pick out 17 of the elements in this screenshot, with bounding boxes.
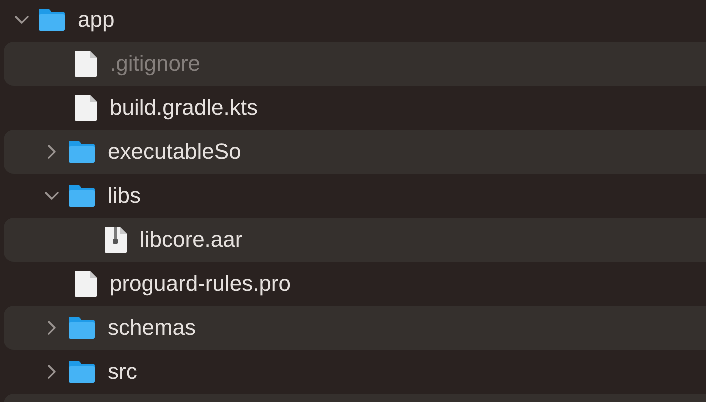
file-name[interactable]: src bbox=[108, 359, 138, 385]
file-name[interactable]: app bbox=[78, 7, 115, 33]
folder-icon bbox=[68, 360, 96, 384]
folder-icon bbox=[68, 316, 96, 340]
document-icon bbox=[74, 50, 98, 78]
file-name[interactable]: libcore.aar bbox=[140, 227, 243, 253]
file-name[interactable]: schemas bbox=[108, 315, 196, 341]
file-name[interactable]: executableSo bbox=[108, 139, 242, 165]
file-name[interactable]: proguard-rules.pro bbox=[110, 271, 291, 297]
folder-icon bbox=[68, 184, 96, 208]
document-icon bbox=[74, 94, 98, 122]
file-name[interactable]: libs bbox=[108, 183, 142, 209]
file-name[interactable]: build.gradle.kts bbox=[110, 95, 258, 121]
zip-file-icon bbox=[104, 226, 128, 254]
folder-icon bbox=[68, 140, 96, 164]
document-icon bbox=[74, 270, 98, 298]
folder-icon bbox=[38, 8, 66, 32]
